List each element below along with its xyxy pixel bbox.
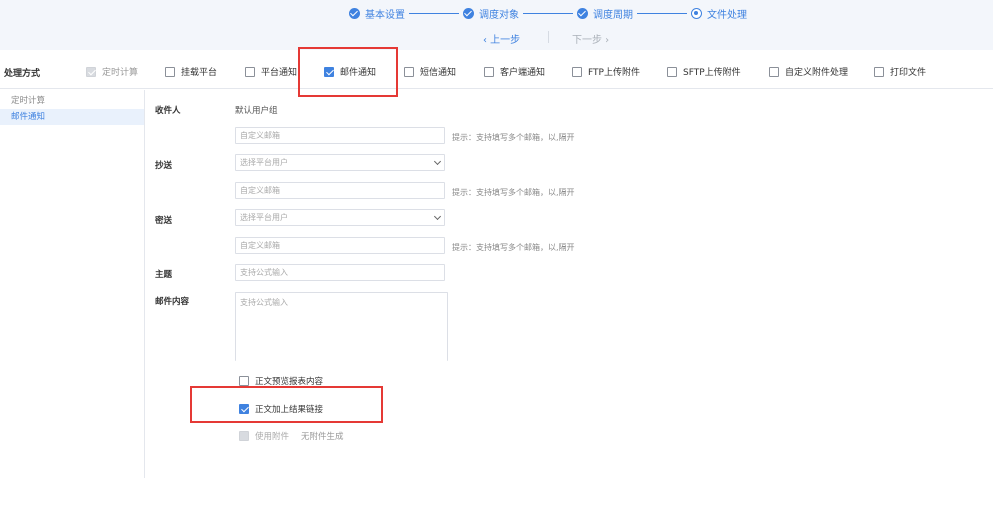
- check-circle-icon: [349, 7, 360, 19]
- step-file-processing[interactable]: 文件处理: [691, 6, 747, 21]
- method-mount-platform[interactable]: 挂载平台: [165, 65, 217, 78]
- chevron-down-icon: [433, 157, 442, 166]
- step-basic-settings[interactable]: 基本设置: [349, 6, 405, 21]
- checkbox-icon: [667, 66, 677, 77]
- select-placeholder: 选择平台用户: [240, 158, 288, 167]
- checkbox-icon: [324, 66, 334, 77]
- default-user-group: 默认用户组: [235, 106, 278, 116]
- sidebar-item-scheduled-calc[interactable]: 定时计算: [0, 93, 144, 109]
- bcc-custom-email-input[interactable]: [235, 237, 445, 254]
- checkbox-icon: [484, 66, 494, 77]
- checkbox-icon: [239, 431, 249, 441]
- recipient-label: 收件人: [155, 106, 181, 116]
- option-use-attachment[interactable]: 使用附件 无附件生成: [239, 430, 344, 442]
- method-ftp-upload[interactable]: FTP上传附件: [572, 65, 640, 78]
- prev-step-button[interactable]: ‹ 上一步: [483, 31, 520, 46]
- option-label: 正文预览报表内容: [255, 377, 324, 387]
- steps-header: 基本设置 调度对象 调度周期 文件处理 ‹ 上一步 下一步 ›: [0, 0, 993, 50]
- step-label: 基本设置: [365, 9, 405, 21]
- bcc-label: 密送: [155, 216, 173, 226]
- cc-label: 抄送: [155, 161, 173, 171]
- bcc-user-select[interactable]: 选择平台用户: [235, 209, 445, 226]
- checkbox-icon: [239, 376, 249, 386]
- methods-label: 处理方式: [4, 69, 41, 79]
- method-scheduled-calc[interactable]: 定时计算: [86, 65, 138, 78]
- current-step-icon: [691, 7, 702, 19]
- bcc-hint: 提示：支持填写多个邮箱，以,隔开: [452, 243, 575, 252]
- option-result-link[interactable]: 正文加上结果链接: [239, 403, 323, 415]
- method-label: 客户端通知: [500, 68, 546, 78]
- checkbox-icon: [769, 66, 779, 77]
- step-connector: [523, 12, 573, 14]
- nav-divider: [548, 31, 549, 43]
- method-label: 挂载平台: [181, 68, 218, 78]
- option-label: 正文加上结果链接: [255, 405, 324, 415]
- cc-user-select[interactable]: 选择平台用户: [235, 154, 445, 171]
- method-label: 定时计算: [102, 68, 139, 78]
- sidebar: 定时计算 邮件通知: [0, 90, 145, 478]
- recipient-hint: 提示：支持填写多个邮箱，以,隔开: [452, 133, 575, 142]
- next-step-button[interactable]: 下一步 ›: [572, 31, 609, 46]
- option-label: 使用附件: [255, 432, 290, 442]
- chevron-down-icon: [433, 212, 442, 221]
- check-circle-icon: [463, 7, 474, 19]
- cc-hint: 提示：支持填写多个邮箱，以,隔开: [452, 188, 575, 197]
- step-label: 调度周期: [593, 9, 633, 21]
- method-label: SFTP上传附件: [683, 68, 741, 78]
- step-schedule-period[interactable]: 调度周期: [577, 6, 633, 21]
- method-label: 打印文件: [890, 68, 927, 78]
- option-preview-report[interactable]: 正文预览报表内容: [239, 375, 323, 387]
- checkbox-icon: [245, 66, 255, 77]
- method-email-notify[interactable]: 邮件通知: [324, 65, 376, 78]
- content-textarea[interactable]: [235, 292, 448, 361]
- checkbox-icon: [874, 66, 884, 77]
- checkbox-icon: [165, 66, 175, 77]
- checkbox-icon: [239, 404, 249, 414]
- processing-methods: 处理方式 定时计算 挂载平台 平台通知 邮件通知 短信通知 客户端通知 FTP上…: [0, 51, 993, 89]
- checkbox-icon: [86, 66, 96, 77]
- sidebar-item-email-notify[interactable]: 邮件通知: [0, 109, 144, 125]
- step-progress: 基本设置 调度对象 调度周期 文件处理: [349, 6, 747, 21]
- method-platform-notify[interactable]: 平台通知: [245, 65, 297, 78]
- method-label: 自定义附件处理: [785, 68, 849, 78]
- cc-custom-email-input[interactable]: [235, 182, 445, 199]
- method-print-file[interactable]: 打印文件: [874, 65, 926, 78]
- method-sms-notify[interactable]: 短信通知: [404, 65, 456, 78]
- method-client-notify[interactable]: 客户端通知: [484, 65, 545, 78]
- subject-input[interactable]: [235, 264, 445, 281]
- method-label: FTP上传附件: [588, 68, 640, 78]
- step-connector: [409, 12, 459, 14]
- method-label: 平台通知: [261, 68, 298, 78]
- select-placeholder: 选择平台用户: [240, 213, 288, 222]
- method-custom-attachment[interactable]: 自定义附件处理: [769, 65, 848, 78]
- recipient-custom-email-input[interactable]: [235, 127, 445, 144]
- method-sftp-upload[interactable]: SFTP上传附件: [667, 65, 741, 78]
- checkbox-icon: [572, 66, 582, 77]
- subject-label: 主题: [155, 270, 173, 280]
- method-label: 邮件通知: [340, 68, 377, 78]
- step-label: 文件处理: [707, 9, 747, 21]
- method-label: 短信通知: [420, 68, 457, 78]
- step-connector: [637, 12, 687, 14]
- checkbox-icon: [404, 66, 414, 77]
- check-circle-icon: [577, 7, 588, 19]
- step-schedule-object[interactable]: 调度对象: [463, 6, 519, 21]
- step-label: 调度对象: [479, 9, 519, 21]
- content-label: 邮件内容: [155, 297, 190, 307]
- no-attachment-note: 无附件生成: [301, 432, 344, 442]
